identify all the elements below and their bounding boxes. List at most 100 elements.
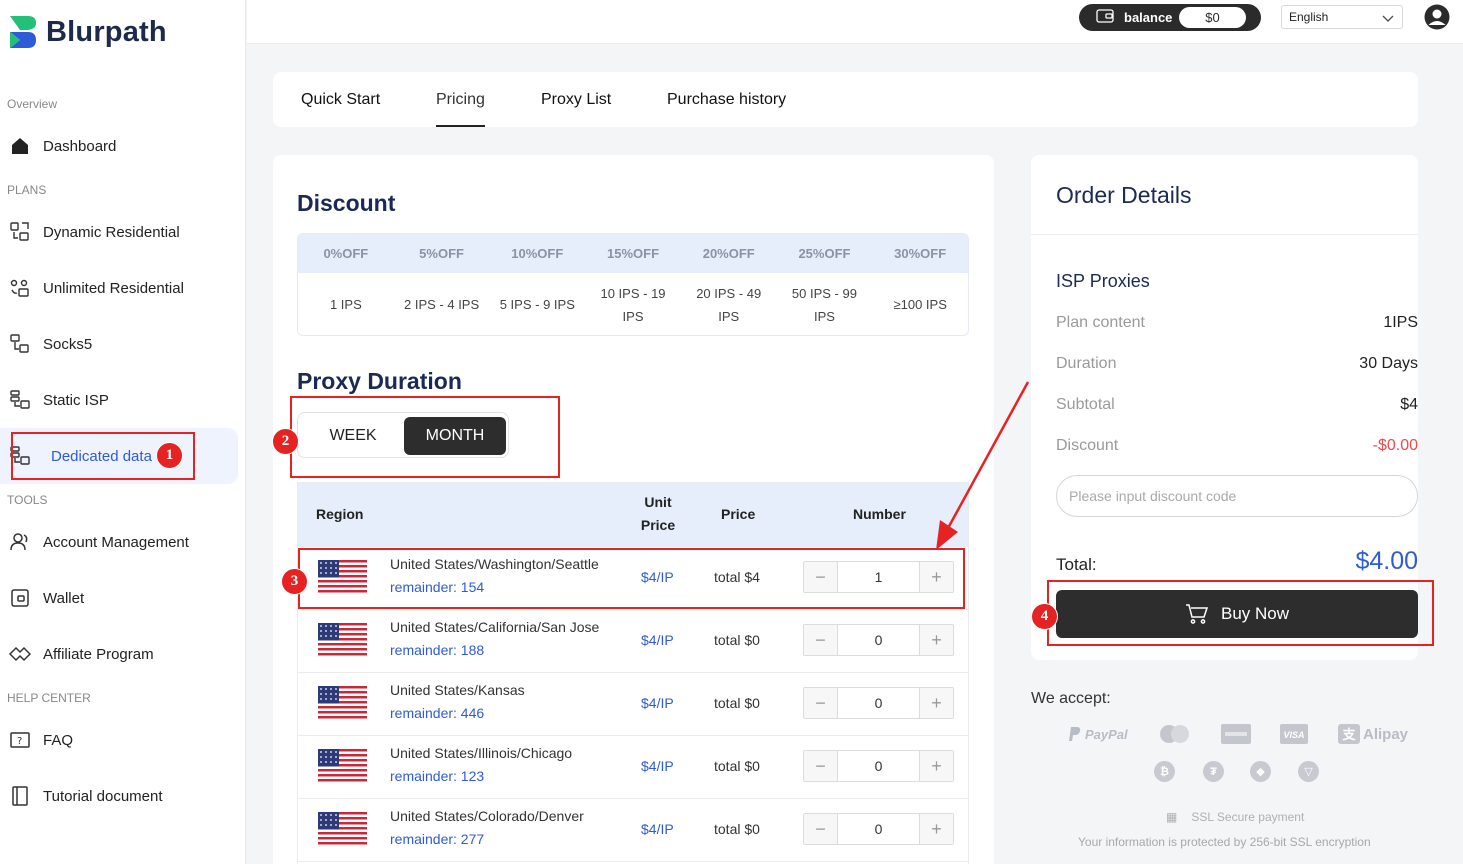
- increment-button[interactable]: +: [920, 625, 953, 655]
- discount-range-cell: 5 IPS - 9 IPS: [499, 297, 575, 312]
- sidebar-item-label: Unlimited Residential: [43, 279, 184, 297]
- ethereum-icon: ◆: [1250, 761, 1271, 782]
- sidebar-item-wallet[interactable]: Wallet: [0, 576, 238, 620]
- alipay-icon: 支 Alipay: [1338, 724, 1408, 744]
- discount-title: Discount: [297, 190, 396, 216]
- tab-purchase-history[interactable]: Purchase history: [667, 72, 786, 127]
- svg-text:支: 支: [1341, 727, 1356, 743]
- discount-row: Discount -$0.00: [1056, 437, 1418, 455]
- user-avatar-icon[interactable]: [1424, 4, 1450, 30]
- region-remainder: remainder: 446: [390, 705, 485, 721]
- discount-header-row: 0%OFF 5%OFF 10%OFF 15%OFF 20%OFF 25%OFF …: [298, 234, 968, 273]
- sidebar-item-static-isp[interactable]: Static ISP: [0, 378, 238, 422]
- total-value: $4.00: [1355, 547, 1418, 575]
- socks5-icon: [8, 332, 32, 356]
- duration-row: Duration 30 Days: [1056, 355, 1418, 373]
- annotation-number: 2: [272, 428, 299, 455]
- sidebar-item-affiliate-program[interactable]: Affiliate Program: [0, 632, 238, 676]
- column-header-number: Number: [853, 506, 906, 522]
- mastercard-icon: [1158, 724, 1192, 744]
- brand-logo[interactable]: Blurpath: [8, 14, 167, 50]
- divider: [1031, 234, 1418, 235]
- sidebar-item-faq[interactable]: ? FAQ: [0, 718, 238, 762]
- language-select[interactable]: English: [1281, 5, 1403, 29]
- discount-header-cell: 15%OFF: [607, 246, 660, 261]
- discount-range-cell: ≥100 IPS: [893, 297, 947, 312]
- discount-range-cell: 2 IPS - 4 IPS: [404, 297, 480, 312]
- quantity-value[interactable]: 0: [837, 814, 920, 844]
- ssl-label: SSL Secure payment: [1191, 810, 1305, 824]
- discount-range-cell: 1 IPS: [329, 297, 362, 312]
- section-tools: TOOLS: [7, 493, 48, 507]
- wallet-icon: [1096, 9, 1114, 26]
- tab-pricing[interactable]: Pricing: [436, 72, 485, 127]
- svg-text:VISA: VISA: [1283, 730, 1304, 740]
- decrement-button[interactable]: −: [804, 814, 837, 844]
- increment-button[interactable]: +: [920, 751, 953, 781]
- ssl-secure-payment: ▦ SSL Secure payment: [1166, 810, 1304, 824]
- section-plans: PLANS: [7, 183, 47, 197]
- increment-button[interactable]: +: [920, 814, 953, 844]
- brand-name: Blurpath: [46, 15, 167, 48]
- discount-header-cell: 0%OFF: [323, 246, 369, 261]
- pricing-card: Discount 0%OFF 5%OFF 10%OFF 15%OFF 20%OF…: [273, 155, 994, 864]
- discount-table: 0%OFF 5%OFF 10%OFF 15%OFF 20%OFF 25%OFF …: [297, 233, 969, 336]
- quantity-stepper: − 0 +: [803, 624, 954, 656]
- quantity-value[interactable]: 0: [837, 751, 920, 781]
- sidebar-item-label: Static ISP: [43, 391, 109, 409]
- tether-icon: ₮: [1203, 761, 1224, 782]
- column-header-unit-price: Unit Price: [640, 494, 676, 533]
- sidebar-item-label: FAQ: [43, 731, 74, 749]
- quantity-value[interactable]: 0: [837, 688, 920, 718]
- discount-code-input[interactable]: Please input discount code: [1056, 475, 1418, 517]
- decrement-button[interactable]: −: [804, 751, 837, 781]
- order-product-name: ISP Proxies: [1056, 271, 1150, 291]
- chevron-down-icon: [1382, 12, 1394, 26]
- region-location: United States/Kansas: [390, 682, 525, 698]
- affiliate-icon: [8, 642, 32, 666]
- sidebar-item-account-management[interactable]: Account Management: [0, 520, 238, 564]
- wallet-icon: [8, 586, 32, 610]
- decrement-button[interactable]: −: [804, 625, 837, 655]
- discount-range-cell: 50 IPS - 99 IPS: [791, 285, 857, 324]
- table-row: United States/Kansas remainder: 446 $4/I…: [298, 673, 968, 736]
- sidebar-item-tutorial-document[interactable]: Tutorial document: [0, 774, 238, 818]
- sidebar-item-socks5[interactable]: Socks5: [0, 322, 238, 366]
- column-header-region: Region: [316, 506, 364, 522]
- unit-price: $4/IP: [641, 821, 674, 837]
- unit-price: $4/IP: [641, 758, 674, 774]
- us-flag-icon: [318, 749, 367, 784]
- tab-quick-start[interactable]: Quick Start: [301, 72, 380, 127]
- duration-value: 30 Days: [1359, 355, 1418, 372]
- order-details-title: Order Details: [1056, 182, 1192, 208]
- home-icon: [8, 134, 32, 158]
- tab-proxy-list[interactable]: Proxy List: [541, 72, 611, 127]
- decrement-button[interactable]: −: [804, 688, 837, 718]
- discount-header-cell: 30%OFF: [894, 246, 947, 261]
- quantity-value[interactable]: 0: [837, 625, 920, 655]
- sidebar-item-dynamic-residential[interactable]: Dynamic Residential: [0, 210, 238, 254]
- region-location: United States/Illinois/Chicago: [390, 745, 573, 761]
- shield-icon: ▦: [1166, 810, 1178, 824]
- sidebar-item-label: Account Management: [43, 533, 189, 551]
- discount-header-cell: 25%OFF: [798, 246, 851, 261]
- sidebar-item-label: Tutorial document: [43, 787, 163, 805]
- annotation-box-3: [298, 548, 965, 609]
- table-row: United States/Colorado/Denver remainder:…: [298, 799, 968, 862]
- alipay-label: Alipay: [1363, 725, 1409, 743]
- we-accept-title: We accept:: [1031, 690, 1111, 707]
- increment-button[interactable]: +: [920, 688, 953, 718]
- amex-icon: [1221, 724, 1251, 744]
- static-isp-icon: [8, 388, 32, 412]
- column-header-price: Price: [721, 506, 756, 522]
- discount-header-cell: 20%OFF: [702, 246, 755, 261]
- logo-icon: [8, 14, 38, 50]
- annotation-number: 3: [281, 568, 308, 595]
- unit-price: $4/IP: [641, 695, 674, 711]
- sidebar-item-dashboard[interactable]: Dashboard: [0, 124, 238, 168]
- sidebar-item-unlimited-residential[interactable]: Unlimited Residential: [0, 266, 238, 310]
- balance-pill[interactable]: balance $0: [1079, 4, 1261, 31]
- us-flag-icon: [318, 623, 367, 658]
- section-help-center: HELP CENTER: [7, 691, 91, 705]
- bitcoin-icon: ₿: [1154, 761, 1175, 782]
